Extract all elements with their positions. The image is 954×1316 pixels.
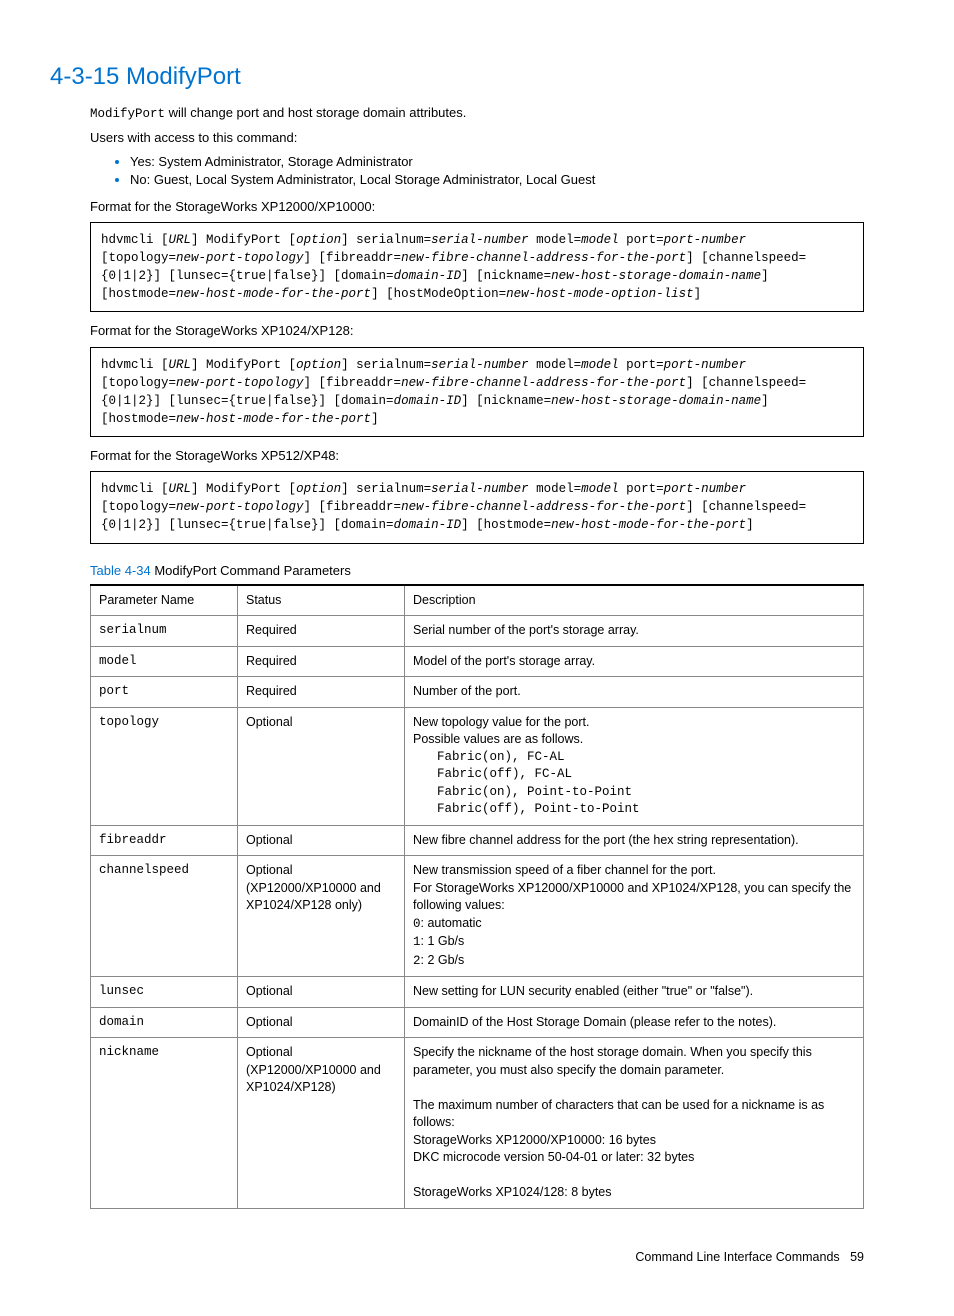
param-status: Optional(XP12000/XP10000 and XP1024/XP12…: [238, 1038, 405, 1209]
intro-paragraph: ModifyPort will change port and host sto…: [90, 104, 864, 124]
table-row: lunsec Optional New setting for LUN secu…: [91, 977, 864, 1008]
param-name: topology: [91, 707, 238, 825]
intro-rest: will change port and host storage domain…: [165, 105, 466, 120]
table-caption-text: ModifyPort Command Parameters: [151, 563, 351, 578]
table-caption-label: Table 4-34: [90, 563, 151, 578]
param-name: domain: [91, 1007, 238, 1038]
table-row: topology Optional New topology value for…: [91, 707, 864, 825]
table-row: domain Optional DomainID of the Host Sto…: [91, 1007, 864, 1038]
param-desc: Specify the nickname of the host storage…: [405, 1038, 864, 1209]
access-yes-item: Yes: System Administrator, Storage Admin…: [130, 153, 864, 171]
page-footer: Command Line Interface Commands 59: [90, 1249, 864, 1267]
param-desc: Number of the port.: [405, 677, 864, 708]
param-name: lunsec: [91, 977, 238, 1008]
param-status: Optional: [238, 977, 405, 1008]
table-header-row: Parameter Name Status Description: [91, 585, 864, 616]
table-row: model Required Model of the port's stora…: [91, 646, 864, 677]
param-name: serialnum: [91, 616, 238, 647]
param-desc: DomainID of the Host Storage Domain (ple…: [405, 1007, 864, 1038]
access-no-item: No: Guest, Local System Administrator, L…: [130, 171, 864, 189]
param-status: Required: [238, 677, 405, 708]
param-desc: New fibre channel address for the port (…: [405, 825, 864, 856]
code-block-3: hdvmcli [URL] ModifyPort [option] serial…: [90, 471, 864, 543]
footer-text: Command Line Interface Commands: [635, 1250, 839, 1264]
access-label: Users with access to this command:: [90, 129, 864, 147]
param-desc: New topology value for the port. Possibl…: [405, 707, 864, 825]
format3-label: Format for the StorageWorks XP512/XP48:: [90, 447, 864, 465]
table-row: nickname Optional(XP12000/XP10000 and XP…: [91, 1038, 864, 1209]
param-name: nickname: [91, 1038, 238, 1209]
th-status: Status: [238, 585, 405, 616]
code-block-1: hdvmcli [URL] ModifyPort [option] serial…: [90, 222, 864, 313]
param-name: channelspeed: [91, 856, 238, 977]
parameters-table: Parameter Name Status Description serial…: [90, 584, 864, 1209]
footer-page-number: 59: [850, 1250, 864, 1264]
param-desc: Serial number of the port's storage arra…: [405, 616, 864, 647]
section-heading: 4-3-15 ModifyPort: [50, 60, 864, 94]
param-status: Required: [238, 646, 405, 677]
table-caption: Table 4-34 ModifyPort Command Parameters: [90, 562, 864, 580]
table-row: port Required Number of the port.: [91, 677, 864, 708]
param-status: Optional: [238, 1007, 405, 1038]
intro-cmd: ModifyPort: [90, 107, 165, 121]
th-parameter: Parameter Name: [91, 585, 238, 616]
param-status: Optional: [238, 707, 405, 825]
param-name: port: [91, 677, 238, 708]
table-row: fibreaddr Optional New fibre channel add…: [91, 825, 864, 856]
param-status: Optional: [238, 825, 405, 856]
th-description: Description: [405, 585, 864, 616]
param-desc: Model of the port's storage array.: [405, 646, 864, 677]
param-name: fibreaddr: [91, 825, 238, 856]
param-desc: New setting for LUN security enabled (ei…: [405, 977, 864, 1008]
param-name: model: [91, 646, 238, 677]
format1-label: Format for the StorageWorks XP12000/XP10…: [90, 198, 864, 216]
param-desc: New transmission speed of a fiber channe…: [405, 856, 864, 977]
param-status: Required: [238, 616, 405, 647]
table-row: serialnum Required Serial number of the …: [91, 616, 864, 647]
param-status: Optional(XP12000/XP10000 and XP1024/XP12…: [238, 856, 405, 977]
code-block-2: hdvmcli [URL] ModifyPort [option] serial…: [90, 347, 864, 438]
format2-label: Format for the StorageWorks XP1024/XP128…: [90, 322, 864, 340]
table-row: channelspeed Optional(XP12000/XP10000 an…: [91, 856, 864, 977]
